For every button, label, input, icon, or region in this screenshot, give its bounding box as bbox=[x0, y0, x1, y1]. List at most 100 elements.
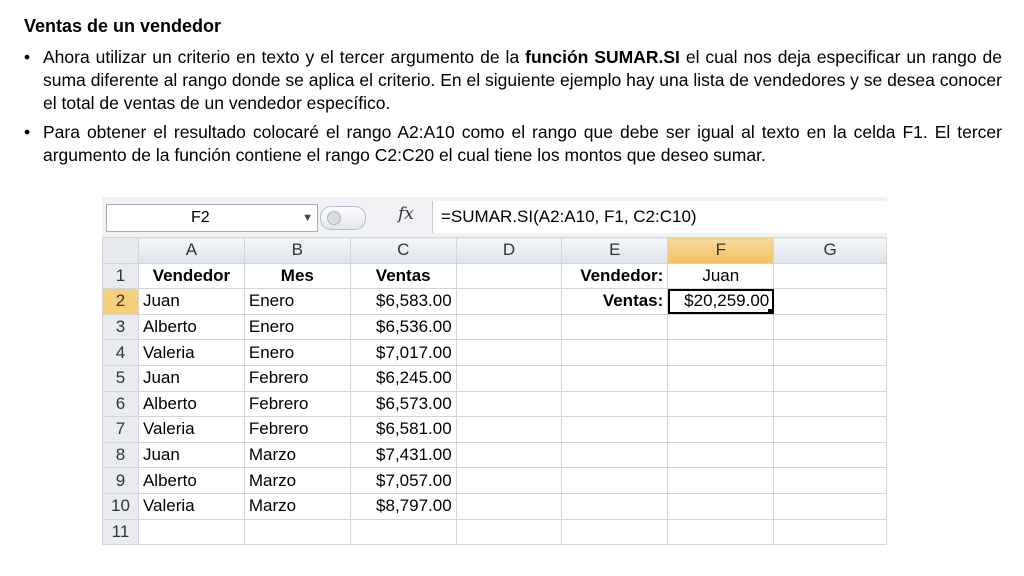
cell-e8[interactable] bbox=[561, 441, 669, 469]
insert-function-icon[interactable]: fx bbox=[398, 204, 414, 224]
cell-a7[interactable]: Valeria bbox=[137, 416, 245, 443]
cell-c2[interactable]: $6,583.00 bbox=[349, 288, 457, 315]
cell-d4[interactable] bbox=[455, 339, 563, 366]
row-header[interactable]: 4 bbox=[102, 339, 139, 366]
cell-g2[interactable] bbox=[773, 288, 887, 315]
cell-b8[interactable]: Marzo bbox=[243, 441, 351, 469]
column-header-g[interactable]: G bbox=[773, 237, 887, 264]
cell-a2[interactable]: Juan bbox=[137, 288, 245, 315]
cell-e5[interactable] bbox=[561, 364, 669, 392]
cell-a3[interactable]: Alberto bbox=[137, 313, 245, 341]
cell-d7[interactable] bbox=[455, 416, 563, 443]
cell-f10[interactable] bbox=[667, 492, 775, 520]
cell-b3[interactable]: Enero bbox=[243, 313, 351, 341]
cell-f1[interactable]: Juan bbox=[667, 262, 775, 290]
cell-a6[interactable]: Alberto bbox=[137, 390, 245, 418]
cell-d11[interactable] bbox=[455, 518, 563, 546]
cell-f7[interactable] bbox=[667, 416, 775, 443]
cell-c9[interactable]: $7,057.00 bbox=[349, 467, 457, 494]
cell-c7[interactable]: $6,581.00 bbox=[349, 416, 457, 443]
cell-d1[interactable] bbox=[455, 262, 563, 290]
cell-c1[interactable]: Ventas bbox=[349, 262, 457, 290]
cell-f4[interactable] bbox=[667, 339, 775, 366]
cell-c10[interactable]: $8,797.00 bbox=[349, 492, 457, 520]
cell-b6[interactable]: Febrero bbox=[243, 390, 351, 418]
column-header-a[interactable]: A bbox=[137, 237, 245, 264]
cell-g5[interactable] bbox=[773, 364, 887, 392]
cell-f3[interactable] bbox=[667, 313, 775, 341]
row-header[interactable]: 8 bbox=[102, 441, 139, 469]
column-header-b[interactable]: B bbox=[243, 237, 351, 264]
row-header[interactable]: 10 bbox=[102, 492, 139, 520]
cell-f6[interactable] bbox=[667, 390, 775, 418]
row-header[interactable]: 7 bbox=[102, 416, 139, 443]
cell-d6[interactable] bbox=[455, 390, 563, 418]
cell-d10[interactable] bbox=[455, 492, 563, 520]
cell-g7[interactable] bbox=[773, 416, 887, 443]
name-box[interactable]: F2 ▼ bbox=[106, 204, 318, 232]
cell-e4[interactable] bbox=[561, 339, 669, 366]
select-all-corner[interactable] bbox=[102, 237, 139, 264]
cell-a4[interactable]: Valeria bbox=[137, 339, 245, 366]
cell-e7[interactable] bbox=[561, 416, 669, 443]
cell-c5[interactable]: $6,245.00 bbox=[349, 364, 457, 392]
cell-g10[interactable] bbox=[773, 492, 887, 520]
row-header[interactable]: 5 bbox=[102, 364, 139, 392]
cell-c11[interactable] bbox=[349, 518, 457, 546]
cell-d2[interactable] bbox=[455, 288, 563, 315]
cell-d3[interactable] bbox=[455, 313, 563, 341]
cell-b4[interactable]: Enero bbox=[243, 339, 351, 366]
cell-e9[interactable] bbox=[561, 467, 669, 494]
cell-f5[interactable] bbox=[667, 364, 775, 392]
cell-c6[interactable]: $6,573.00 bbox=[349, 390, 457, 418]
cell-g1[interactable] bbox=[773, 262, 887, 290]
cell-e1[interactable]: Vendedor: bbox=[561, 262, 669, 290]
cell-b1[interactable]: Mes bbox=[243, 262, 351, 290]
cell-c3[interactable]: $6,536.00 bbox=[349, 313, 457, 341]
row-header[interactable]: 6 bbox=[102, 390, 139, 418]
cell-b9[interactable]: Marzo bbox=[243, 467, 351, 494]
row-header[interactable]: 1 bbox=[102, 262, 139, 290]
cell-d9[interactable] bbox=[455, 467, 563, 494]
cell-g8[interactable] bbox=[773, 441, 887, 469]
cell-b11[interactable] bbox=[243, 518, 351, 546]
cell-e11[interactable] bbox=[561, 518, 669, 546]
cell-b10[interactable]: Marzo bbox=[243, 492, 351, 520]
cell-e6[interactable] bbox=[561, 390, 669, 418]
cell-a5[interactable]: Juan bbox=[137, 364, 245, 392]
column-header-e[interactable]: E bbox=[561, 237, 669, 264]
column-header-c[interactable]: C bbox=[349, 237, 457, 264]
row-header[interactable]: 3 bbox=[102, 313, 139, 341]
cell-b5[interactable]: Febrero bbox=[243, 364, 351, 392]
cell-g11[interactable] bbox=[773, 518, 887, 546]
cell-e10[interactable] bbox=[561, 492, 669, 520]
cell-f9[interactable] bbox=[667, 467, 775, 494]
cell-a11[interactable] bbox=[137, 518, 245, 546]
cell-f2[interactable]: $20,259.00 bbox=[667, 288, 775, 315]
cell-a10[interactable]: Valeria bbox=[137, 492, 245, 520]
cell-g6[interactable] bbox=[773, 390, 887, 418]
cell-a1[interactable]: Vendedor bbox=[137, 262, 245, 290]
fill-handle[interactable] bbox=[768, 308, 773, 314]
row-header[interactable]: 9 bbox=[102, 467, 139, 494]
cell-b7[interactable]: Febrero bbox=[243, 416, 351, 443]
cell-g9[interactable] bbox=[773, 467, 887, 494]
cell-g4[interactable] bbox=[773, 339, 887, 366]
cell-f11[interactable] bbox=[667, 518, 775, 546]
cell-b2[interactable]: Enero bbox=[243, 288, 351, 315]
cell-d5[interactable] bbox=[455, 364, 563, 392]
cell-g3[interactable] bbox=[773, 313, 887, 341]
cell-c8[interactable]: $7,431.00 bbox=[349, 441, 457, 469]
cell-e2[interactable]: Ventas: bbox=[561, 288, 669, 315]
row-header[interactable]: 11 bbox=[102, 518, 139, 546]
cell-a8[interactable]: Juan bbox=[137, 441, 245, 469]
column-header-d[interactable]: D bbox=[455, 237, 563, 264]
row-header[interactable]: 2 bbox=[102, 288, 139, 315]
formula-input[interactable]: =SUMAR.SI(A2:A10, F1, C2:C10) bbox=[432, 201, 887, 233]
formula-bar-toggle-button[interactable] bbox=[320, 206, 366, 230]
cell-e3[interactable] bbox=[561, 313, 669, 341]
column-header-f[interactable]: F bbox=[667, 237, 775, 264]
cell-f8[interactable] bbox=[667, 441, 775, 469]
cell-a9[interactable]: Alberto bbox=[137, 467, 245, 494]
dropdown-arrow-icon[interactable]: ▼ bbox=[302, 205, 313, 231]
